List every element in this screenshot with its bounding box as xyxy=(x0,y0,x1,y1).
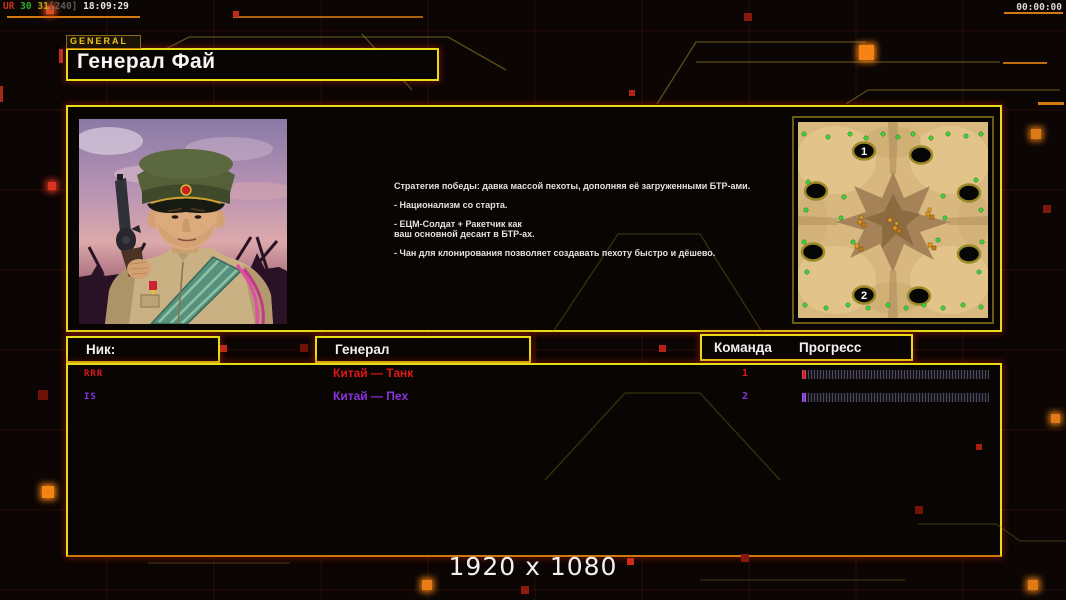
progress-segments-2 xyxy=(802,393,989,402)
decor-square xyxy=(744,13,752,21)
briefing-line: Стратегия победы: давка массой пехоты, д… xyxy=(394,181,751,191)
player-team-2: 2 xyxy=(741,391,749,402)
player-nick-1: RRR xyxy=(84,369,104,379)
decor-square xyxy=(1043,205,1051,213)
match-timer: 00:00:00 xyxy=(1016,2,1062,13)
progress-header-label: Прогресс xyxy=(799,340,862,355)
decor-square xyxy=(42,486,54,498)
decor-square xyxy=(233,11,239,17)
general-title-box: Генерал Фай xyxy=(66,48,439,81)
player-general-2: Китай — Пех xyxy=(333,389,409,403)
column-header-general: Генерал xyxy=(315,336,531,363)
progress-segments-1 xyxy=(802,370,989,379)
briefing-line xyxy=(394,191,794,200)
status-segment: 30 xyxy=(14,1,32,12)
page-title: Генерал Фай xyxy=(77,50,216,73)
resolution-watermark: 1920 x 1080 xyxy=(448,552,618,581)
general-portrait xyxy=(79,119,287,324)
briefing-line: ваш основной десант в БТР-ах. xyxy=(394,229,535,239)
decor-square xyxy=(1051,414,1060,423)
gentool-status-text: UR 30 31[240] 18:09:29 xyxy=(3,1,129,12)
briefing-line xyxy=(394,210,794,219)
status-segment: 31 xyxy=(31,1,49,12)
status-segment: UR xyxy=(3,1,15,12)
nick-header-label: Ник: xyxy=(86,342,116,357)
decor-square xyxy=(521,586,529,594)
decor-square xyxy=(220,345,227,352)
decor-square xyxy=(1031,129,1041,139)
player-team-1: 1 xyxy=(741,368,749,379)
decor-square xyxy=(422,580,432,590)
player-progress-bar-2 xyxy=(801,392,990,403)
column-header-team-progress: Команда Прогресс xyxy=(700,334,913,361)
decor-square xyxy=(48,182,56,190)
general-header-label: Генерал xyxy=(335,342,390,357)
start-marker-2: 2 xyxy=(861,290,867,302)
decor-square xyxy=(59,49,63,63)
deco-line xyxy=(233,16,423,18)
deco-line xyxy=(7,16,140,18)
decor-square xyxy=(976,444,982,450)
briefing-line: - Национализм со старта. xyxy=(394,200,508,210)
general-portrait-image xyxy=(79,119,287,324)
minimap-frame: 1 2 xyxy=(792,116,994,324)
decor-square xyxy=(0,86,3,102)
loading-screen: UR 30 31[240] 18:09:29 00:00:00 GENERAL … xyxy=(0,0,1066,600)
strategy-briefing: Стратегия победы: давка массой пехоты, д… xyxy=(394,181,794,258)
minimap: 1 2 xyxy=(798,122,988,318)
team-header-label: Команда xyxy=(714,340,772,355)
player-progress-bar-1 xyxy=(801,369,990,380)
player-nick-2: IS xyxy=(84,392,97,402)
decor-square xyxy=(859,45,874,60)
briefing-line: - ЕЦМ-Солдат + Ракетчик как xyxy=(394,219,522,229)
briefing-line: - Чан для клонирования позволяет создава… xyxy=(394,248,716,258)
general-tab-label: GENERAL xyxy=(66,35,141,49)
decor-square xyxy=(915,506,923,514)
status-segment: 18:09:29 xyxy=(77,1,129,12)
deco-line xyxy=(1003,62,1047,64)
decor-square xyxy=(300,344,308,352)
decor-square xyxy=(1028,580,1038,590)
decor-square xyxy=(659,345,666,352)
briefing-line xyxy=(394,239,794,248)
player-general-1: Китай — Танк xyxy=(333,366,414,380)
status-segment: [240] xyxy=(48,1,78,12)
deco-line xyxy=(1038,102,1064,105)
column-header-nick: Ник: xyxy=(66,336,220,363)
decor-square xyxy=(38,390,48,400)
start-marker-1: 1 xyxy=(861,146,867,158)
decor-square xyxy=(629,90,635,96)
